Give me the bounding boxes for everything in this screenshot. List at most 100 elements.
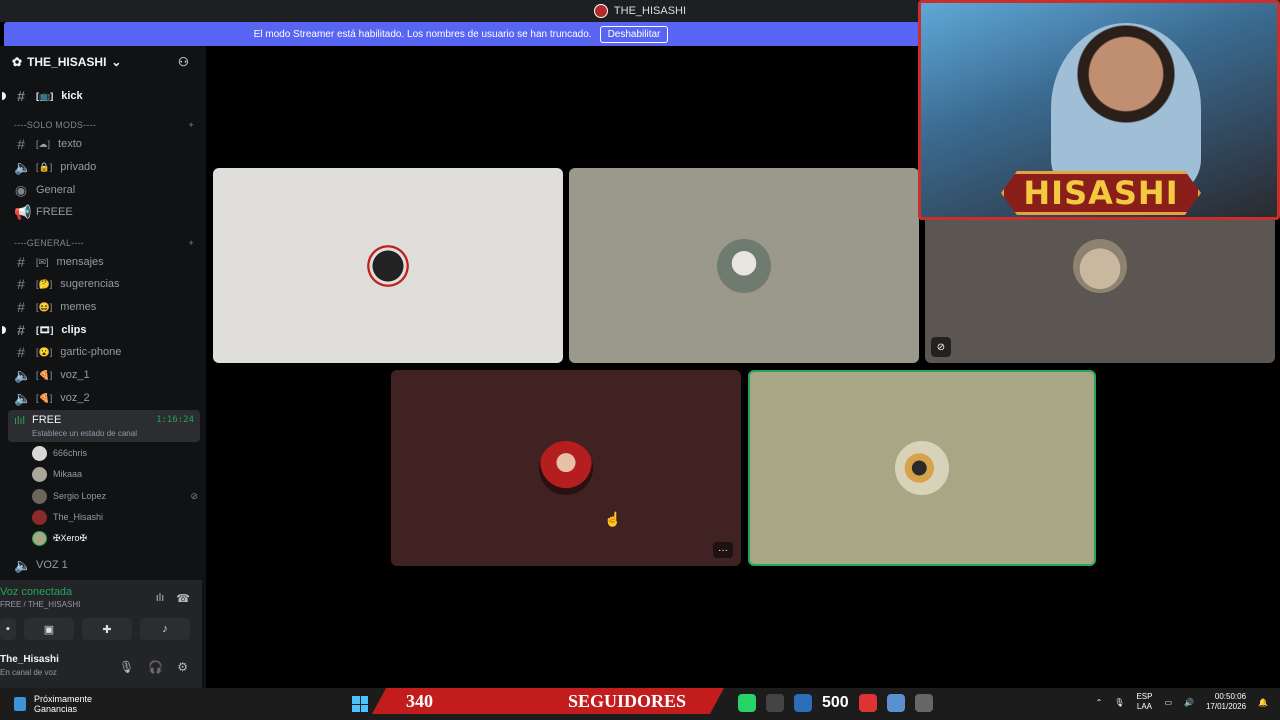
- voice-channel-path[interactable]: FREE / THE_HISASHI: [0, 600, 80, 609]
- stage-icon: ◉: [14, 181, 28, 198]
- channel-sugerencias[interactable]: # [🤔] sugerencias: [8, 274, 200, 294]
- category-label: ----GENERAL----: [14, 238, 84, 248]
- headphones-icon[interactable]: 🎧: [148, 660, 163, 674]
- voice-user[interactable]: 666chris: [32, 444, 198, 462]
- chevron-up-icon[interactable]: ⌃: [1096, 698, 1103, 707]
- channel-texto[interactable]: # [☁] texto: [8, 134, 200, 154]
- cloud-emoji-icon: [☁]: [36, 138, 51, 149]
- tv-emoji-icon: [📺]: [36, 90, 54, 101]
- network-icon[interactable]: ▭: [1164, 698, 1172, 707]
- channel-voz-2[interactable]: 🔈 [🍕] voz_2: [8, 388, 200, 408]
- screen-share-button[interactable]: ▣: [24, 618, 74, 640]
- avatar: [32, 445, 47, 461]
- channel-label: General: [36, 184, 76, 196]
- windows-start-icon[interactable]: [352, 696, 368, 712]
- voice-user[interactable]: The_Hisashi: [32, 508, 198, 526]
- hash-icon: #: [17, 299, 25, 315]
- activities-button[interactable]: ✚: [82, 618, 132, 640]
- avatar: [32, 509, 47, 525]
- server-icon: [593, 4, 608, 18]
- add-member-icon[interactable]: ⚇: [178, 55, 192, 69]
- chevron-down-icon: ⌄: [111, 55, 122, 69]
- channel-label: texto: [58, 138, 82, 150]
- microphone-icon[interactable]: 🎙: [119, 660, 134, 674]
- avatar: [32, 488, 47, 504]
- overlay-number: 500: [822, 694, 849, 711]
- notification-bell-icon[interactable]: 🔔: [1258, 698, 1268, 707]
- participant-avatar: [895, 441, 949, 495]
- voice-user[interactable]: Mikaaa: [32, 465, 198, 483]
- soundboard-button[interactable]: ♪: [140, 618, 190, 640]
- voice-user[interactable]: ✠Xero✠: [32, 529, 198, 547]
- channel-label: gartic-phone: [60, 346, 122, 358]
- volume-icon[interactable]: 🔊: [1184, 698, 1194, 707]
- megaphone-icon: 📢: [14, 203, 32, 220]
- channel-label: memes: [60, 301, 97, 313]
- participant-avatar: [539, 441, 593, 495]
- avatar: [32, 530, 47, 546]
- envelope-emoji-icon: [✉]: [36, 256, 49, 267]
- settings-gear-icon[interactable]: ⚙: [177, 660, 188, 674]
- window-title: THE_HISASHI: [613, 5, 687, 17]
- voice-user[interactable]: Sergio Lopez ⊘: [32, 487, 198, 505]
- laugh-emoji-icon: [😆]: [36, 301, 53, 312]
- server-header[interactable]: ✿ THE_HISASHI ⌄ ⚇: [0, 46, 206, 78]
- channel-privado[interactable]: 🔈 [🔒] privado: [8, 157, 200, 177]
- language-indicator[interactable]: ESP LAA: [1136, 692, 1152, 712]
- plus-icon[interactable]: +: [189, 120, 194, 130]
- app-icon[interactable]: [858, 694, 877, 712]
- participant-tile[interactable]: ···: [391, 370, 741, 566]
- channel-mensajes[interactable]: # [✉] mensajes: [8, 252, 200, 272]
- voice-user-name: Mikaaa: [53, 469, 83, 479]
- noise-suppression-icon[interactable]: ılı: [156, 592, 165, 605]
- mouse-cursor-icon: ☝: [604, 511, 622, 527]
- participant-avatar: [1073, 238, 1127, 293]
- followers-label: SEGUIDORES: [568, 691, 687, 711]
- camera-button[interactable]: ▪: [0, 618, 16, 640]
- unread-indicator: [2, 326, 6, 334]
- channel-memes[interactable]: # [😆] memes: [8, 297, 200, 317]
- app-icon[interactable]: [914, 694, 933, 712]
- channel-status-input[interactable]: Establece un estado de canal: [32, 429, 137, 438]
- plus-icon[interactable]: +: [189, 238, 194, 248]
- channel-gartic-phone[interactable]: # [😮] gartic-phone: [8, 342, 200, 362]
- lock-emoji-icon: [🔒]: [36, 161, 53, 172]
- chatgpt-icon[interactable]: [766, 694, 784, 712]
- streamer-camera-feed: [1051, 23, 1201, 193]
- banner-message: El modo Streamer está habilitado. Los no…: [253, 28, 592, 40]
- app-icon[interactable]: [886, 694, 905, 712]
- more-options-icon[interactable]: ···: [713, 542, 733, 558]
- channel-kick[interactable]: # [📺] kick: [2, 86, 200, 106]
- channel-voz-1-upper[interactable]: 🔈 VOZ 1: [8, 555, 200, 575]
- participant-tile-speaking[interactable]: [748, 370, 1096, 566]
- taskbar-widget[interactable]: Próximamente Ganancias: [14, 694, 92, 714]
- avatar: [32, 466, 47, 482]
- channel-clips[interactable]: # [🎞] clips: [2, 320, 200, 340]
- disconnect-icon[interactable]: ☎: [176, 592, 190, 605]
- speaker-icon: 🔈: [14, 556, 32, 573]
- channel-voz-1[interactable]: 🔈 [🍕] voz_1: [8, 365, 200, 385]
- category-general[interactable]: ----GENERAL---- +: [14, 238, 194, 248]
- channel-general[interactable]: ◉ General: [8, 180, 200, 200]
- followers-overlay: 340 SEGUIDORES: [372, 688, 724, 714]
- pizza-emoji-icon: [🍕]: [36, 369, 53, 380]
- active-voice-channel[interactable]: ılıl FREE 1:16:24 Establece un estado de…: [8, 410, 200, 442]
- category-solo-mods[interactable]: ----SOLO MODS---- +: [14, 120, 194, 130]
- participant-tile[interactable]: [569, 168, 919, 363]
- system-clock[interactable]: 00:50:06 17/01/2026: [1206, 692, 1246, 712]
- voice-user-name: ✠Xero✠: [53, 532, 88, 543]
- speaker-locked-icon: 🔈: [14, 158, 32, 175]
- hash-icon: #: [17, 136, 25, 152]
- voice-activity-icon: ılıl: [14, 415, 25, 427]
- channel-label: kick: [61, 90, 83, 102]
- widget-subtitle: Ganancias: [34, 704, 78, 714]
- app-icon[interactable]: [794, 694, 812, 712]
- channel-freee[interactable]: 📢 FREEE: [8, 202, 200, 222]
- channel-label: clips: [61, 324, 87, 336]
- microphone-tray-icon[interactable]: 🎙: [1114, 698, 1124, 707]
- current-username[interactable]: The_Hisashi: [0, 654, 59, 665]
- whatsapp-icon[interactable]: [738, 694, 756, 712]
- voice-channel-name: FREE: [32, 414, 62, 426]
- disable-streamer-mode-button[interactable]: Deshabilitar: [599, 25, 669, 43]
- participant-tile[interactable]: [213, 168, 563, 363]
